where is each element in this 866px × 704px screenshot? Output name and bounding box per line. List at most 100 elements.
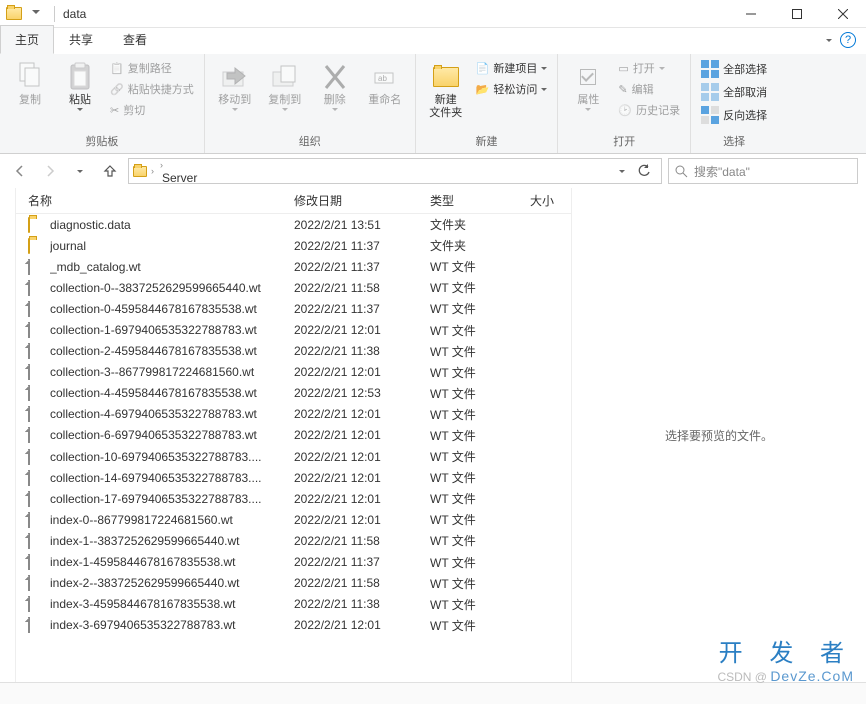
table-row[interactable]: index-1-4595844678167835538.wt2022/2/21 … <box>16 552 571 573</box>
delete-icon <box>324 60 346 94</box>
select-none-button[interactable]: 全部取消 <box>697 81 771 103</box>
table-row[interactable]: _mdb_catalog.wt2022/2/21 11:37WT 文件 <box>16 256 571 277</box>
move-icon <box>221 60 249 94</box>
folder-icon <box>28 239 44 253</box>
copy-to-button[interactable]: 复制到 <box>261 56 309 115</box>
properties-button[interactable]: 属性 <box>564 56 612 115</box>
rename-button[interactable]: ab 重命名 <box>361 56 409 111</box>
file-type: WT 文件 <box>430 596 530 613</box>
file-date: 2022/2/21 11:37 <box>294 239 430 253</box>
file-date: 2022/2/21 12:53 <box>294 386 430 400</box>
preview-pane: 选择要预览的文件。 <box>572 188 866 682</box>
minimize-button[interactable] <box>728 0 774 28</box>
forward-button[interactable] <box>38 159 62 183</box>
search-placeholder: 搜索"data" <box>694 163 750 180</box>
table-row[interactable]: collection-3--867799817224681560.wt2022/… <box>16 362 571 383</box>
file-name: collection-17-6979406535322788783.... <box>50 492 294 506</box>
edit-button[interactable]: ✎编辑 <box>614 79 684 99</box>
breadcrumb-segment[interactable]: Server <box>158 171 241 184</box>
file-icon <box>28 450 44 464</box>
table-row[interactable]: collection-4-6979406535322788783.wt2022/… <box>16 404 571 425</box>
new-folder-button[interactable]: 新建 文件夹 <box>422 56 470 124</box>
table-row[interactable]: collection-0--3837252629599665440.wt2022… <box>16 277 571 298</box>
table-row[interactable]: collection-2-4595844678167835538.wt2022/… <box>16 341 571 362</box>
address-bar[interactable]: › Windows (C:)›Program Files›MongoDB›Ser… <box>128 158 662 184</box>
table-row[interactable]: index-3-4595844678167835538.wt2022/2/21 … <box>16 594 571 615</box>
file-date: 2022/2/21 13:51 <box>294 218 430 232</box>
table-row[interactable]: collection-17-6979406535322788783....202… <box>16 488 571 509</box>
history-button[interactable]: 🕑历史记录 <box>614 100 684 120</box>
table-row[interactable]: collection-6-6979406535322788783.wt2022/… <box>16 425 571 446</box>
table-row[interactable]: collection-1-6979406535322788783.wt2022/… <box>16 319 571 340</box>
delete-button[interactable]: 删除 <box>311 56 359 115</box>
qat-dropdown-icon[interactable] <box>32 10 40 18</box>
file-name: index-0--867799817224681560.wt <box>50 513 294 527</box>
table-row[interactable]: collection-4-4595844678167835538.wt2022/… <box>16 383 571 404</box>
table-row[interactable]: journal2022/2/21 11:37文件夹 <box>16 235 571 256</box>
chevron-down-icon <box>659 67 665 70</box>
file-type: WT 文件 <box>430 364 530 381</box>
column-headers: 名称 修改日期 类型 大小 <box>16 188 571 214</box>
up-button[interactable] <box>98 159 122 183</box>
file-icon <box>28 281 44 295</box>
col-date[interactable]: 修改日期 <box>284 192 420 209</box>
search-input[interactable]: 搜索"data" <box>668 158 858 184</box>
window-title: data <box>63 7 86 21</box>
file-name: journal <box>50 239 294 253</box>
file-type: WT 文件 <box>430 469 530 486</box>
file-type: WT 文件 <box>430 385 530 402</box>
refresh-icon[interactable] <box>637 164 651 178</box>
col-size[interactable]: 大小 <box>520 192 564 209</box>
history-icon: 🕑 <box>618 104 632 117</box>
copy-path-button[interactable]: 📋复制路径 <box>106 58 198 78</box>
address-dropdown-icon[interactable] <box>619 170 625 173</box>
tab-view[interactable]: 查看 <box>108 25 162 54</box>
file-date: 2022/2/21 11:58 <box>294 576 430 590</box>
tab-share[interactable]: 共享 <box>54 25 108 54</box>
table-row[interactable]: index-3-6979406535322788783.wt2022/2/21 … <box>16 615 571 636</box>
nav-pane[interactable] <box>0 188 16 682</box>
table-row[interactable]: index-2--3837252629599665440.wt2022/2/21… <box>16 573 571 594</box>
file-name: collection-3--867799817224681560.wt <box>50 365 294 379</box>
help-icon[interactable]: ? <box>840 32 856 48</box>
file-date: 2022/2/21 11:37 <box>294 555 430 569</box>
file-date: 2022/2/21 12:01 <box>294 365 430 379</box>
group-label: 打开 <box>564 133 684 151</box>
open-button[interactable]: ▭打开 <box>614 58 684 78</box>
invert-selection-button[interactable]: 反向选择 <box>697 104 771 126</box>
col-type[interactable]: 类型 <box>420 192 520 209</box>
select-all-button[interactable]: 全部选择 <box>697 58 771 80</box>
cut-button[interactable]: ✂剪切 <box>106 100 198 120</box>
back-button[interactable] <box>8 159 32 183</box>
new-item-button[interactable]: 📄新建项目 <box>472 58 552 78</box>
table-row[interactable]: collection-10-6979406535322788783....202… <box>16 446 571 467</box>
chevron-right-icon[interactable]: › <box>158 160 165 170</box>
ribbon-collapse-icon[interactable] <box>826 39 832 42</box>
chevron-right-icon[interactable]: › <box>149 166 156 176</box>
file-date: 2022/2/21 11:37 <box>294 260 430 274</box>
paste-button[interactable]: 粘贴 <box>56 56 104 115</box>
easy-access-button[interactable]: 📂轻松访问 <box>472 79 552 99</box>
paste-icon <box>67 60 93 94</box>
status-bar <box>0 682 866 704</box>
ribbon-group-organize: 移动到 复制到 删除 ab 重命名 组织 <box>205 54 416 153</box>
maximize-button[interactable] <box>774 0 820 28</box>
col-name[interactable]: 名称 <box>16 192 284 209</box>
tab-home[interactable]: 主页 <box>0 25 54 54</box>
recent-dropdown[interactable] <box>68 159 92 183</box>
file-rows: diagnostic.data2022/2/21 13:51文件夹journal… <box>16 214 571 682</box>
select-all-icon <box>701 60 719 78</box>
chevron-down-icon <box>541 67 547 70</box>
group-label: 选择 <box>697 133 771 151</box>
table-row[interactable]: collection-14-6979406535322788783....202… <box>16 467 571 488</box>
table-row[interactable]: index-0--867799817224681560.wt2022/2/21 … <box>16 509 571 530</box>
close-button[interactable] <box>820 0 866 28</box>
table-row[interactable]: collection-0-4595844678167835538.wt2022/… <box>16 298 571 319</box>
table-row[interactable]: diagnostic.data2022/2/21 13:51文件夹 <box>16 214 571 235</box>
table-row[interactable]: index-1--3837252629599665440.wt2022/2/21… <box>16 530 571 551</box>
move-to-button[interactable]: 移动到 <box>211 56 259 115</box>
location-icon <box>133 166 147 177</box>
file-date: 2022/2/21 12:01 <box>294 450 430 464</box>
copy-button[interactable]: 复制 <box>6 56 54 111</box>
paste-shortcut-button[interactable]: 🔗粘贴快捷方式 <box>106 79 198 99</box>
